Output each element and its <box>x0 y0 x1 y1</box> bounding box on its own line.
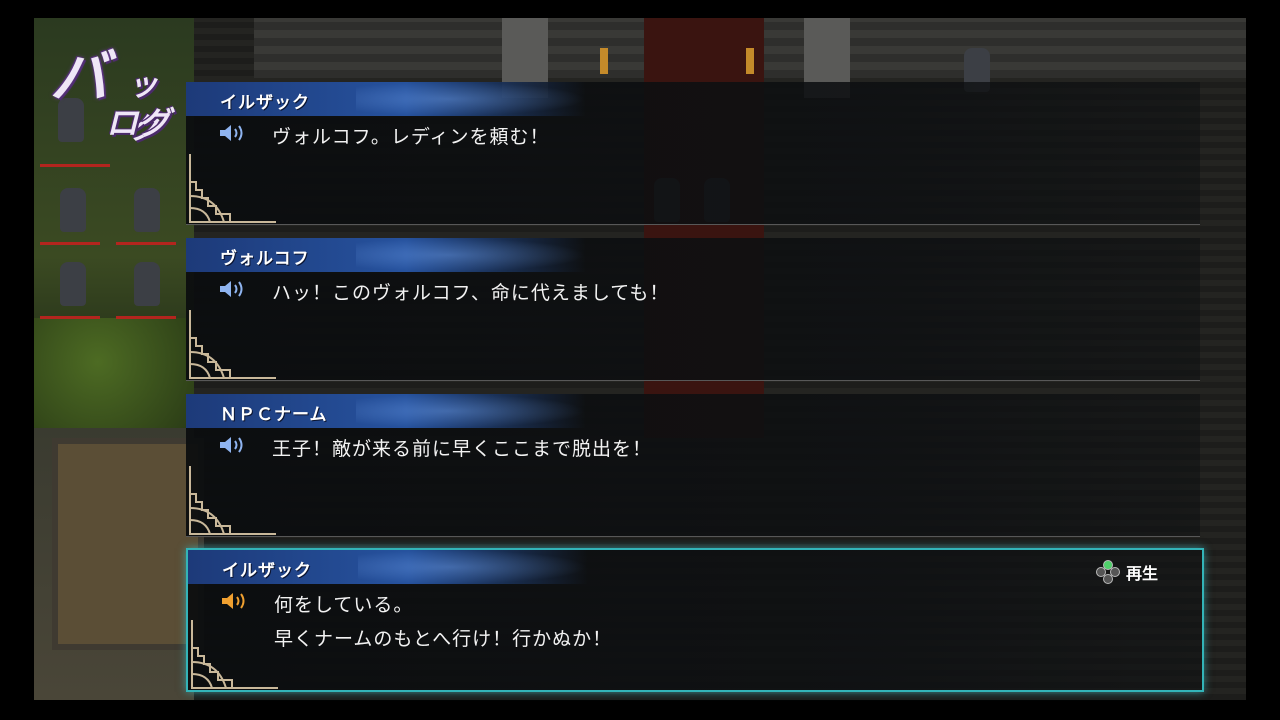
title-large-char: バ <box>50 43 108 111</box>
speaker-name: イルザック <box>220 93 310 113</box>
ornament-corner-icon <box>191 620 278 689</box>
grass-area <box>34 318 194 428</box>
ornament-corner-icon <box>189 466 276 535</box>
speaker-name: ＮＰＣナーム <box>220 405 328 425</box>
unit-sprite <box>60 188 86 232</box>
speaker-name-bar: イルザック <box>188 550 588 584</box>
speaker-name-bar: イルザック <box>186 82 586 116</box>
unit-sprite <box>60 262 86 306</box>
ornament-corner-icon <box>189 154 276 223</box>
hp-bar <box>116 242 176 245</box>
dpad-icon <box>1095 560 1120 584</box>
courtyard <box>52 438 204 650</box>
backlog-entry[interactable]: ヴォルコフ ハッ！このヴォルコフ、命に代えましても！ <box>186 238 1200 381</box>
speaker-name-bar: ＮＰＣナーム <box>186 394 586 428</box>
hp-bar <box>40 164 110 167</box>
speaker-name-bar: ヴォルコフ <box>186 238 586 272</box>
hp-bar <box>40 316 100 319</box>
dialogue-line: 早くナームのもとへ行け！行かぬか！ <box>274 628 613 650</box>
speaker-name: ヴォルコフ <box>220 249 310 269</box>
dialogue-line: 王子！敵が来る前に早くここまで脱出を！ <box>272 438 653 460</box>
backlog-entry[interactable]: ＮＰＣナーム 王子！敵が来る前に早くここまで脱出を！ <box>186 394 1200 537</box>
torch <box>600 48 608 74</box>
hp-bar <box>40 242 100 245</box>
ornament-corner-icon <box>189 310 276 379</box>
backlog-entry-selected[interactable]: イルザック 再生 何をしている。 早くナームのもとへ行け！行かぬか！ <box>186 548 1204 692</box>
dialogue-line: 何をしている。 <box>274 594 414 616</box>
speaker-name: イルザック <box>222 561 312 581</box>
dialogue-line: ヴォルコフ。レディンを頼む！ <box>272 126 550 148</box>
unit-sprite <box>134 262 160 306</box>
hp-bar <box>116 316 176 319</box>
replay-voice-button[interactable]: 再生 <box>1095 560 1158 584</box>
replay-label: 再生 <box>1125 564 1158 583</box>
backlog-entry[interactable]: イルザック ヴォルコフ。レディンを頼む！ <box>186 82 1200 225</box>
voice-replay-icon[interactable] <box>218 122 248 144</box>
dialogue-line: ハッ！このヴォルコフ、命に代えましても！ <box>272 282 670 304</box>
backlog-title: バ ック ログ <box>44 30 184 147</box>
unit-sprite <box>134 188 160 232</box>
voice-replay-icon[interactable] <box>218 278 248 300</box>
title-log-text: ログ <box>106 104 171 142</box>
voice-playing-icon[interactable] <box>220 590 250 612</box>
torch <box>746 48 754 74</box>
voice-replay-icon[interactable] <box>218 434 248 456</box>
